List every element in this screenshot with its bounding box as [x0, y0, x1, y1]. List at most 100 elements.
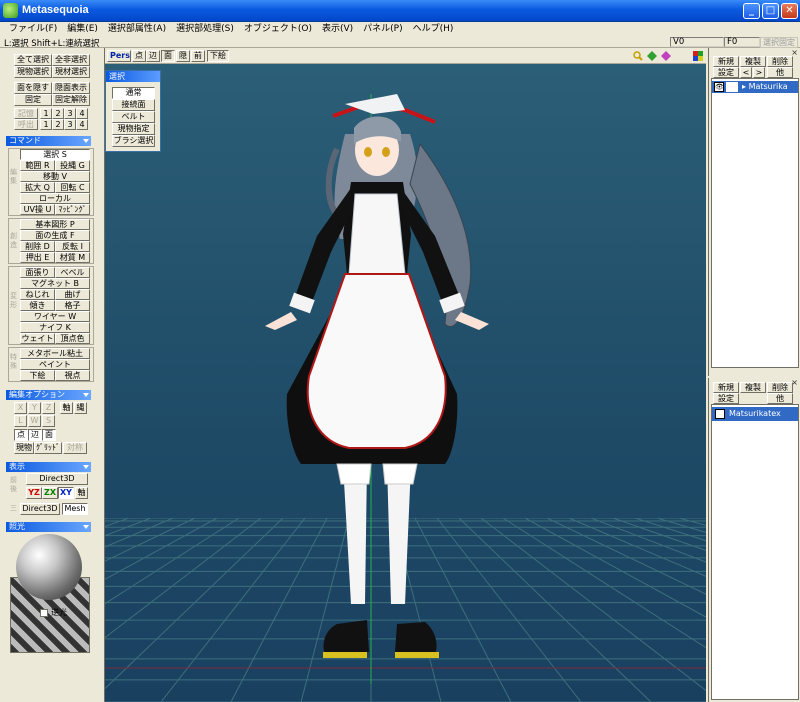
view-yz-button[interactable]: YZ: [26, 487, 42, 499]
material-other-button[interactable]: 他: [767, 393, 793, 404]
fix-button[interactable]: 固定: [14, 94, 52, 106]
zoom-icon[interactable]: [633, 51, 643, 61]
view-faces-toggle[interactable]: 面: [161, 50, 175, 62]
extrude-command-button[interactable]: 押出 E: [20, 252, 55, 263]
memory-slot-2[interactable]: 2: [52, 108, 64, 119]
recall-button[interactable]: 呼出: [14, 119, 38, 130]
menu-object[interactable]: オブジェクト(O): [239, 22, 317, 36]
option-axis-button[interactable]: 軸: [60, 402, 73, 414]
metaball-command-button[interactable]: メタボール粘土: [20, 348, 90, 359]
object-other-button[interactable]: 他: [767, 67, 793, 78]
view-color-icon[interactable]: [693, 51, 703, 61]
view-xy-button[interactable]: XY: [58, 487, 74, 499]
memory-slot-4[interactable]: 4: [76, 108, 88, 119]
option-y-button[interactable]: Y: [28, 402, 41, 414]
select-mode-current-object[interactable]: 現物指定: [112, 123, 155, 135]
object-duplicate-button[interactable]: 複製: [740, 56, 766, 67]
lasso-command-button[interactable]: 投縄 G: [55, 160, 90, 171]
magnet-command-button[interactable]: マグネット B: [20, 278, 90, 289]
material-new-button[interactable]: 新規: [713, 382, 739, 393]
face-extend-command-button[interactable]: 面張り: [20, 267, 55, 278]
material-row[interactable]: Matsurikatex: [712, 407, 798, 421]
backlight-option[interactable]: 逆光: [40, 607, 67, 618]
underlay-toggle[interactable]: 下絵: [207, 50, 229, 62]
underlay-command-button[interactable]: 下絵: [20, 370, 55, 381]
recall-slot-3[interactable]: 3: [64, 119, 76, 130]
range-command-button[interactable]: 範囲 R: [20, 160, 55, 171]
select-current-object-button[interactable]: 現物選択: [14, 66, 52, 78]
option-grid-button[interactable]: ｸﾞﾘｯﾄﾞ: [34, 442, 62, 454]
memory-button[interactable]: 記憶: [14, 108, 38, 119]
wire-command-button[interactable]: ワイヤー W: [20, 311, 90, 322]
select-mode-normal[interactable]: 通常: [112, 87, 155, 99]
vertex-color-command-button[interactable]: 頂点色: [55, 333, 90, 344]
uv-command-button[interactable]: UV操 U: [20, 204, 55, 215]
character-model[interactable]: [105, 64, 706, 702]
local-command-button[interactable]: ローカル: [20, 193, 90, 204]
view-edges-toggle[interactable]: 辺: [146, 50, 160, 62]
option-z-button[interactable]: Z: [42, 402, 55, 414]
backlight-checkbox[interactable]: [40, 608, 48, 617]
view-zx-button[interactable]: ZX: [42, 487, 58, 499]
recall-slot-1[interactable]: 1: [40, 119, 52, 130]
option-point-button[interactable]: 点: [14, 429, 28, 441]
menu-selection-process[interactable]: 選択部処理(S): [171, 22, 239, 36]
object-next-button[interactable]: >: [753, 67, 765, 78]
bevel-command-button[interactable]: ベベル: [55, 267, 90, 278]
edit-option-header[interactable]: 編集オプション: [6, 390, 91, 400]
material-duplicate-button[interactable]: 複製: [740, 382, 766, 393]
select-mode-brush[interactable]: ブラシ選択: [112, 135, 155, 147]
menu-help[interactable]: ヘルプ(H): [408, 22, 459, 36]
memory-slot-1[interactable]: 1: [40, 108, 52, 119]
view-axis-button[interactable]: 軸: [75, 487, 88, 499]
unfix-button[interactable]: 固定解除: [52, 94, 90, 106]
twist-command-button[interactable]: ねじれ: [20, 289, 55, 300]
option-current-object-button[interactable]: 現物: [14, 442, 34, 454]
recall-slot-2[interactable]: 2: [52, 119, 64, 130]
rotate-command-button[interactable]: 回転 C: [55, 182, 90, 193]
material-command-button[interactable]: 材質 M: [55, 252, 90, 263]
projection-pers-button[interactable]: Pers: [107, 50, 131, 62]
object-row[interactable]: 👁 ▸ Matsurika: [712, 81, 798, 93]
option-s-button[interactable]: S: [42, 415, 55, 427]
object-settings-button[interactable]: 設定: [713, 67, 739, 78]
lattice-command-button[interactable]: 格子: [55, 300, 90, 311]
direct3d-small-button[interactable]: Direct3D: [20, 503, 60, 515]
light-header[interactable]: 照光: [6, 522, 91, 532]
weight-command-button[interactable]: ウェイト: [20, 333, 55, 344]
maximize-button[interactable]: □: [762, 3, 779, 19]
minimize-button[interactable]: _: [743, 3, 760, 19]
light-sphere-icon[interactable]: [16, 534, 82, 600]
display-direct3d-button[interactable]: Direct3D: [26, 473, 88, 485]
menu-panel[interactable]: パネル(P): [358, 22, 407, 36]
view-front-toggle[interactable]: 前: [191, 50, 205, 62]
menu-view[interactable]: 表示(V): [317, 22, 358, 36]
rotate-view-icon[interactable]: [661, 51, 671, 61]
hide-faces-button[interactable]: 面を隠す: [14, 82, 52, 94]
flip-command-button[interactable]: 反転 I: [55, 241, 90, 252]
selection-palette-title[interactable]: 選択: [106, 71, 160, 82]
mapping-command-button[interactable]: ﾏｯﾋﾟﾝｸﾞ: [55, 204, 90, 215]
select-current-material-button[interactable]: 現材選択: [52, 66, 90, 78]
select-all-button[interactable]: 全て選択: [14, 54, 52, 66]
view-hidden-toggle[interactable]: 隠: [176, 50, 190, 62]
view-vertices-toggle[interactable]: 点: [132, 50, 146, 62]
tilt-command-button[interactable]: 傾き: [20, 300, 55, 311]
delete-command-button[interactable]: 削除 D: [20, 241, 55, 252]
recall-slot-4[interactable]: 4: [76, 119, 88, 130]
select-mode-connected[interactable]: 接続面: [112, 99, 155, 111]
primitive-command-button[interactable]: 基本図形 P: [20, 219, 90, 230]
paint-command-button[interactable]: ペイント: [20, 359, 90, 370]
mesh-button[interactable]: Mesh: [62, 503, 88, 515]
pan-icon[interactable]: [647, 51, 657, 61]
viewpoint-command-button[interactable]: 視点: [55, 370, 90, 381]
bend-command-button[interactable]: 曲げ: [55, 289, 90, 300]
show-hidden-button[interactable]: 隠面表示: [52, 82, 90, 94]
option-w-button[interactable]: W: [28, 415, 41, 427]
material-delete-button[interactable]: 削除: [767, 382, 793, 393]
fixed-selection-button[interactable]: 選択固定: [760, 37, 798, 48]
lock-toggle[interactable]: [726, 82, 738, 92]
select-command-button[interactable]: 選択 S: [20, 149, 90, 160]
object-new-button[interactable]: 新規: [713, 56, 739, 67]
command-header[interactable]: コマンド: [6, 136, 91, 146]
